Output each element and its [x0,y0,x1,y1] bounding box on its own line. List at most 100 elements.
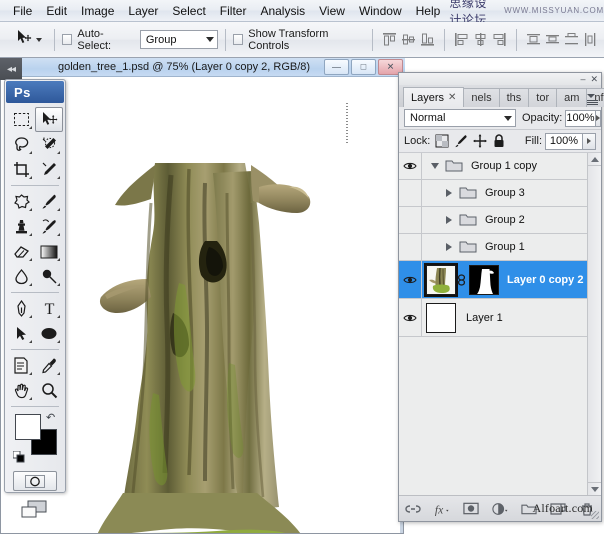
layers-scrollbar[interactable] [587,153,601,495]
tab-channels[interactable]: nels [463,88,499,107]
fill-stepper[interactable] [583,133,596,150]
fill-input[interactable]: 100% [545,133,583,150]
eraser-tool-icon[interactable] [7,239,35,264]
notes-tool-icon[interactable] [7,353,35,378]
menu-help[interactable]: Help [409,2,448,20]
menu-edit[interactable]: Edit [39,2,74,20]
eyedropper-tool-icon[interactable] [35,353,63,378]
slice-tool-icon[interactable] [35,157,63,182]
default-colors-icon[interactable] [13,451,25,463]
swap-colors-icon[interactable]: ↶ [46,411,55,424]
menu-window[interactable]: Window [352,2,409,20]
panel-resize-grip[interactable] [591,511,599,519]
menu-layer[interactable]: Layer [121,2,165,20]
group-expand-toggle[interactable] [442,189,455,197]
layer-visibility-toggle[interactable] [399,299,422,336]
auto-select-checkbox[interactable] [62,34,72,45]
panel-menu-button[interactable] [587,94,598,105]
distribute-vertical-centers-icon[interactable] [544,31,561,48]
align-right-edges-icon[interactable] [491,31,508,48]
layer-row-layer-0-copy-2[interactable]: Layer 0 copy 2 [399,261,587,299]
history-brush-tool-icon[interactable] [35,214,63,239]
tab-layers[interactable]: Layers ✕ [403,87,464,107]
layer-visibility-toggle[interactable] [399,234,422,260]
lock-position-icon[interactable] [473,134,487,148]
healing-brush-tool-icon[interactable] [7,189,35,214]
lock-all-icon[interactable] [492,134,506,148]
menu-view[interactable]: View [312,2,352,20]
lock-transparent-pixels-icon[interactable] [435,134,449,148]
blend-mode-dropdown[interactable]: Normal [404,109,516,127]
layer-row-group-2[interactable]: Group 2 [399,207,587,234]
quick-selection-tool-icon[interactable] [35,132,63,157]
link-icon[interactable] [456,273,467,287]
group-expand-toggle[interactable] [442,216,455,224]
link-layers-button[interactable] [405,501,421,517]
collapse-panels-button[interactable]: ◂◂ [0,58,22,80]
show-transform-controls-checkbox[interactable] [233,34,243,45]
ellipse-shape-tool-icon[interactable] [35,321,63,346]
align-bottom-edges-icon[interactable] [419,31,436,48]
layer-row-group-1-copy[interactable]: Group 1 copy [399,153,587,180]
scroll-up-button[interactable] [588,153,601,166]
tool-preset-chevron-down-icon[interactable] [36,38,42,42]
tab-history[interactable]: tor [528,88,557,107]
menu-filter[interactable]: Filter [213,2,254,20]
maximize-button[interactable]: □ [351,59,376,75]
hand-tool-icon[interactable] [7,378,35,403]
align-left-edges-icon[interactable] [453,31,470,48]
lasso-tool-icon[interactable] [7,132,35,157]
screen-mode-icon[interactable] [20,499,50,524]
distribute-bottom-edges-icon[interactable] [563,31,580,48]
menu-image[interactable]: Image [74,2,121,20]
add-layer-mask-button[interactable] [463,501,479,517]
distribute-left-edges-icon[interactable] [582,31,599,48]
document-title-bar[interactable]: golden_tree_1.psd @ 75% (Layer 0 copy 2,… [1,58,405,77]
distribute-top-edges-icon[interactable] [525,31,542,48]
toolbox-header[interactable]: Ps [6,81,64,103]
layer-visibility-toggle[interactable] [399,153,422,179]
clone-stamp-tool-icon[interactable] [7,214,35,239]
panel-minimize-icon[interactable]: – [580,75,585,84]
minimize-button[interactable]: — [324,59,349,75]
move-tool-icon[interactable] [35,107,63,132]
crop-tool-icon[interactable] [7,157,35,182]
lock-image-pixels-icon[interactable] [454,134,468,148]
menu-analysis[interactable]: Analysis [253,2,312,20]
zoom-tool-icon[interactable] [35,378,63,403]
layer-style-button[interactable]: fx [434,501,450,517]
foreground-color-swatch[interactable] [15,414,41,440]
menu-file[interactable]: File [6,2,39,20]
layer-row-layer-1[interactable]: Layer 1 [399,299,587,337]
close-icon[interactable]: ✕ [448,92,456,103]
tab-histogram[interactable]: am [556,88,587,107]
current-tool-button[interactable] [10,26,47,53]
brush-tool-icon[interactable] [35,189,63,214]
auto-select-dropdown[interactable]: Group [140,30,218,49]
group-expand-toggle[interactable] [428,163,441,169]
layer-visibility-toggle[interactable] [399,261,422,298]
rectangular-marquee-tool-icon[interactable] [7,107,35,132]
opacity-input[interactable]: 100% [565,110,595,127]
gradient-tool-icon[interactable] [35,239,63,264]
adjustment-layer-button[interactable] [492,501,508,517]
path-selection-tool-icon[interactable] [7,321,35,346]
layer-visibility-toggle[interactable] [399,207,422,233]
horizontal-type-tool-icon[interactable]: T [35,296,63,321]
quick-mask-mode-icon[interactable] [13,471,57,491]
layer-mask-thumbnail[interactable] [469,265,499,295]
layer-thumbnail[interactable] [426,265,456,295]
dodge-tool-icon[interactable] [35,264,63,289]
menu-select[interactable]: Select [165,2,212,20]
panel-title-bar[interactable]: – ✕ [399,73,601,85]
layer-row-group-1[interactable]: Group 1 [399,234,587,261]
panel-close-icon[interactable]: ✕ [590,75,598,84]
align-vertical-centers-icon[interactable] [400,31,417,48]
align-horizontal-centers-icon[interactable] [472,31,489,48]
tab-paths[interactable]: ths [499,88,530,107]
layer-row-group-3[interactable]: Group 3 [399,180,587,207]
group-expand-toggle[interactable] [442,243,455,251]
pen-tool-icon[interactable] [7,296,35,321]
opacity-stepper[interactable] [596,110,601,127]
layers-list[interactable]: Group 1 copy Group 3 [399,153,601,495]
